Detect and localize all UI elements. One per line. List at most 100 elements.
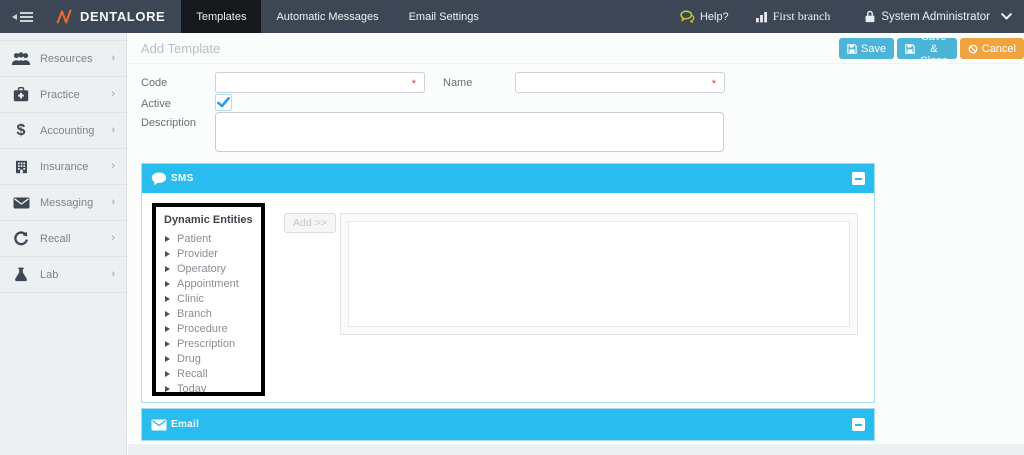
sms-panel: SMS Dynamic Entities Patient Provider [141,163,875,403]
name-input[interactable] [515,72,725,93]
caret-right-icon [165,386,170,392]
sms-panel-body: Dynamic Entities Patient Provider [142,193,874,402]
chevron-down-icon [1001,13,1012,20]
flask-icon [8,267,34,282]
sidebar-item-label: Resources [40,53,93,65]
entity-label: Provider [177,248,218,260]
branch-chart-icon [755,11,768,23]
code-field-wrap: * [215,72,425,93]
email-panel-title: Email [171,419,199,430]
tab-automatic-messages[interactable]: Automatic Messages [261,0,393,33]
save-and-close-button[interactable]: Save & Close [897,38,957,59]
collapse-menu-icon [12,12,33,22]
sms-collapse-button[interactable] [852,172,865,185]
entity-label: Appointment [177,278,239,290]
sidebar-collapse-button[interactable] [0,0,44,33]
help-menu[interactable]: Help? [680,10,729,23]
sidebar-item-label: Lab [40,269,58,281]
help-label: Help? [700,11,729,23]
brand[interactable]: DENTALORE [56,0,165,33]
tab-templates[interactable]: Templates [181,0,261,33]
sms-bubble-icon [151,172,167,186]
name-field-wrap: * [515,72,725,93]
entity-item[interactable]: Appointment [165,276,261,291]
cancel-button[interactable]: Cancel [960,38,1024,59]
user-menu[interactable]: System Administrator [864,10,1012,23]
chevron-right-icon: › [111,233,115,244]
sidebar-item-lab[interactable]: Lab › [0,257,126,293]
cancel-ban-icon [968,44,978,54]
header-divider [128,63,1024,64]
navbar-right: Help? First branch System Administrator [680,0,1024,33]
sidebar-item-resources[interactable]: Resources › [0,40,126,77]
sms-panel-title: SMS [171,173,194,184]
help-bubble-icon [680,10,695,23]
entity-item[interactable]: Prescription [165,336,261,351]
envelope-icon [8,197,34,209]
active-checkbox[interactable] [215,94,232,111]
save-disk-icon [847,44,857,54]
building-icon [8,160,34,174]
entity-item[interactable]: Recall [165,366,261,381]
branch-label: First branch [773,9,831,24]
entity-label: Operatory [177,263,226,275]
sidebar: Resources › Practice › $ Accounting › In… [0,33,127,455]
caret-right-icon [165,266,170,272]
entity-item[interactable]: Patient [165,231,261,246]
entity-item[interactable]: Drug [165,351,261,366]
sidebar-item-label: Practice [40,89,80,101]
sidebar-item-label: Insurance [40,161,88,173]
minus-icon [855,178,862,180]
caret-right-icon [165,371,170,377]
top-navbar: DENTALORE Templates Automatic Messages E… [0,0,1024,33]
caret-right-icon [165,356,170,362]
entity-item[interactable]: Operatory [165,261,261,276]
entity-item[interactable]: Provider [165,246,261,261]
dynamic-entities-tree: Patient Provider Operatory Appoi [156,231,261,396]
entity-item[interactable]: Today [165,381,261,396]
save-button[interactable]: Save [839,38,894,59]
add-entity-button[interactable]: Add >> [284,213,336,233]
entity-item[interactable]: Procedure [165,321,261,336]
nav-tabs: Templates Automatic Messages Email Setti… [181,0,494,33]
entity-label: Recall [177,368,208,380]
refresh-icon [8,231,34,247]
save-and-close-button-label: Save & Close [919,31,949,67]
description-textarea[interactable] [215,112,724,152]
sidebar-item-label: Accounting [40,125,94,137]
caret-right-icon [165,251,170,257]
sidebar-item-accounting[interactable]: $ Accounting › [0,113,126,149]
caret-right-icon [165,341,170,347]
pulse-logo-icon [56,8,73,25]
active-label: Active [141,98,171,110]
entity-label: Patient [177,233,211,245]
minus-icon [855,424,862,426]
caret-right-icon [165,311,170,317]
branch-selector[interactable]: First branch [755,9,831,24]
sidebar-item-practice[interactable]: Practice › [0,77,126,113]
email-collapse-button[interactable] [852,418,865,431]
sidebar-item-messaging[interactable]: Messaging › [0,185,126,221]
entity-item[interactable]: Clinic [165,291,261,306]
tab-email-settings[interactable]: Email Settings [394,0,494,33]
name-label: Name [443,77,472,89]
cancel-button-label: Cancel [982,43,1016,55]
entity-item[interactable]: Branch [165,306,261,321]
caret-right-icon [165,296,170,302]
sidebar-item-recall[interactable]: Recall › [0,221,126,257]
sidebar-item-label: Recall [40,233,71,245]
sidebar-menu: Resources › Practice › $ Accounting › In… [0,40,126,293]
email-panel-header: Email [142,409,874,440]
code-input[interactable] [215,72,425,93]
page-bottom-strip [128,444,1024,455]
sms-template-textarea[interactable] [348,221,850,327]
entity-label: Branch [177,308,212,320]
dynamic-entities-highlight-box: Dynamic Entities Patient Provider [152,203,265,396]
medical-bag-icon [8,87,34,102]
sidebar-item-insurance[interactable]: Insurance › [0,149,126,185]
sms-template-editor [340,213,858,335]
sms-panel-header: SMS [142,164,874,193]
entity-label: Procedure [177,323,228,335]
save-button-label: Save [861,43,886,55]
check-icon [217,97,230,108]
